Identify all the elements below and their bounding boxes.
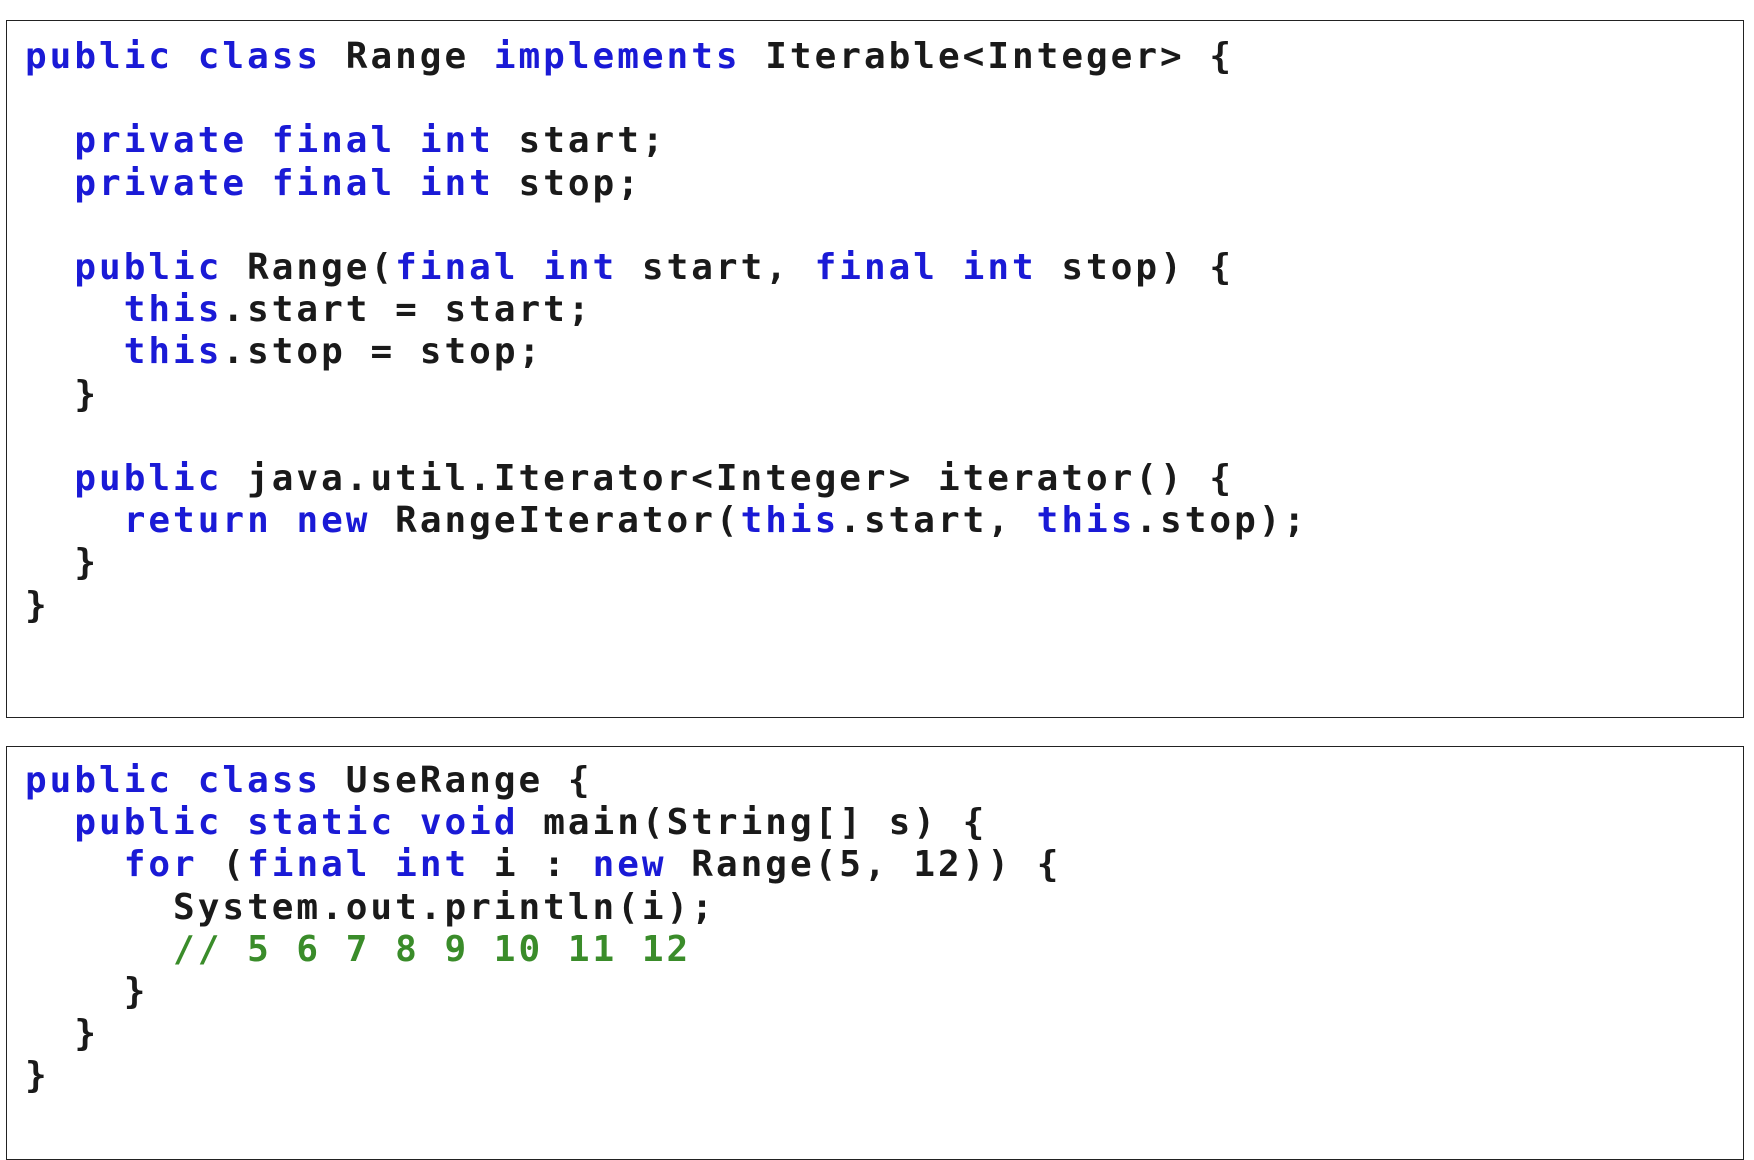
code-token: System.out.println(i); [25, 886, 716, 928]
code-token: UseRange { [321, 760, 593, 801]
keyword-token: this [740, 500, 840, 542]
code-line: public Range(final int start, final int … [25, 244, 1234, 292]
keyword-token: new [592, 844, 667, 886]
code-line: } [25, 539, 99, 587]
code-token: .start = start; [222, 289, 593, 331]
keyword-token: public [74, 802, 223, 844]
code-line: } [25, 1010, 99, 1058]
keyword-token: int [419, 120, 494, 162]
keyword-token: class [197, 760, 322, 801]
code-block-userange-class: public class UseRange { public static vo… [6, 746, 1744, 1160]
comment-token: // 5 6 7 8 9 10 11 12 [173, 928, 692, 970]
code-token: java.util.Iterator<Integer> iterator() { [222, 458, 1235, 499]
keyword-token: void [419, 802, 519, 844]
code-line: public class UseRange { [25, 757, 593, 805]
code-line: System.out.println(i); [25, 884, 716, 932]
keyword-token: return [123, 500, 272, 542]
keyword-token: int [395, 844, 470, 886]
code-token: Range(5, 12)) { [666, 844, 1062, 886]
keyword-token: private [74, 162, 248, 204]
code-token: .start, [839, 500, 1037, 542]
code-token: } [25, 542, 100, 584]
keyword-token: public [25, 36, 174, 77]
keyword-token: private [74, 120, 248, 162]
keyword-token: final [395, 247, 519, 288]
code-token: .stop = stop; [222, 331, 544, 373]
code-token: i : [469, 844, 593, 886]
code-line: this.start = start; [25, 286, 593, 334]
code-line: public java.util.Iterator<Integer> itera… [25, 455, 1234, 503]
keyword-token: int [962, 247, 1037, 288]
code-token: start, [617, 247, 815, 288]
code-line: this.stop = stop; [25, 328, 543, 376]
code-line: private final int start; [25, 117, 667, 165]
keyword-token: public [74, 247, 223, 288]
code-line: } [25, 1052, 50, 1100]
code-line: for (final int i : new Range(5, 12)) { [25, 841, 1061, 889]
code-line: } [25, 968, 148, 1016]
code-token: .stop); [1135, 500, 1309, 542]
code-line: public class Range implements Iterable<I… [25, 33, 1234, 81]
code-token: start; [493, 120, 667, 162]
keyword-token: int [419, 162, 494, 204]
code-token: main(String[] s) { [518, 802, 988, 844]
code-line: return new RangeIterator(this.start, thi… [25, 497, 1308, 545]
code-token: Iterable<Integer> { [740, 36, 1235, 77]
code-line: } [25, 371, 99, 419]
keyword-token: this [123, 289, 223, 331]
code-token: stop; [493, 162, 642, 204]
code-token: } [25, 971, 149, 1012]
code-token: stop) { [1036, 247, 1235, 288]
keyword-token: implements [493, 36, 741, 77]
code-token: } [25, 1055, 50, 1097]
code-token: Range [321, 36, 494, 77]
code-token: } [25, 373, 100, 415]
keyword-token: final [271, 120, 396, 162]
code-token: } [25, 1013, 100, 1055]
keyword-token: public [25, 760, 174, 801]
keyword-token: int [543, 247, 618, 288]
keyword-token: public [74, 458, 223, 499]
keyword-token: final [271, 162, 396, 204]
code-line: // 5 6 7 8 9 10 11 12 [25, 926, 691, 974]
code-block-range-class: public class Range implements Iterable<I… [6, 20, 1744, 718]
code-line: private final int stop; [25, 160, 642, 208]
keyword-token: this [1036, 500, 1136, 542]
code-token: } [25, 584, 50, 626]
code-line: } [25, 582, 50, 630]
code-token: Range( [222, 247, 396, 288]
keyword-token: for [123, 844, 198, 886]
keyword-token: new [296, 500, 371, 542]
keyword-token: final [247, 844, 371, 886]
keyword-token: static [247, 802, 396, 844]
code-token: RangeIterator( [370, 500, 741, 542]
keyword-token: this [123, 331, 223, 373]
code-token: ( [197, 844, 248, 886]
keyword-token: class [197, 36, 322, 77]
code-line: public static void main(String[] s) { [25, 799, 987, 847]
keyword-token: final [814, 247, 938, 288]
